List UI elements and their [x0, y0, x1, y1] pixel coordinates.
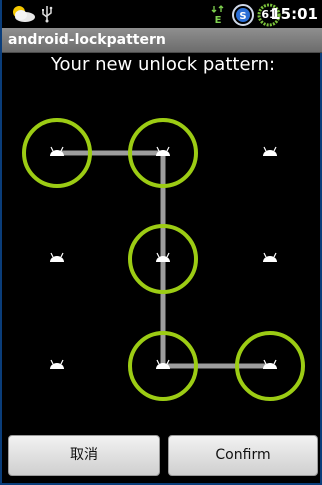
- pattern-dot-4[interactable]: [50, 252, 64, 262]
- signal-e-icon: E: [211, 5, 224, 25]
- clock: 15:01: [270, 5, 318, 23]
- app-title: android-lockpattern: [8, 32, 166, 48]
- title-bar: android-lockpattern: [2, 28, 322, 53]
- weather-icon: [13, 6, 35, 22]
- android-dot-icon: [50, 363, 64, 369]
- pattern-instruction: Your new unlock pattern:: [50, 54, 276, 75]
- pattern-dot-6[interactable]: [263, 252, 277, 262]
- android-dot-icon: [263, 150, 277, 156]
- android-dot-icon: [50, 256, 64, 262]
- pattern-dot-7[interactable]: [50, 359, 64, 369]
- sync-label: S: [239, 11, 246, 22]
- sync-icon: S: [232, 4, 254, 26]
- signal-e-label: E: [215, 15, 222, 25]
- app-frame: E S 61 15:01 android-lockpattern Your ne…: [0, 0, 322, 485]
- android-dot-icon: [263, 256, 277, 262]
- status-bar: E S 61 15:01: [2, 0, 322, 28]
- confirm-button[interactable]: Confirm: [168, 435, 318, 476]
- usb-icon: [42, 6, 53, 23]
- pattern-dot-3[interactable]: [263, 146, 277, 156]
- cancel-button[interactable]: 取消: [8, 435, 160, 476]
- pattern-grid[interactable]: [2, 100, 322, 420]
- android-dot-icon: [156, 256, 170, 262]
